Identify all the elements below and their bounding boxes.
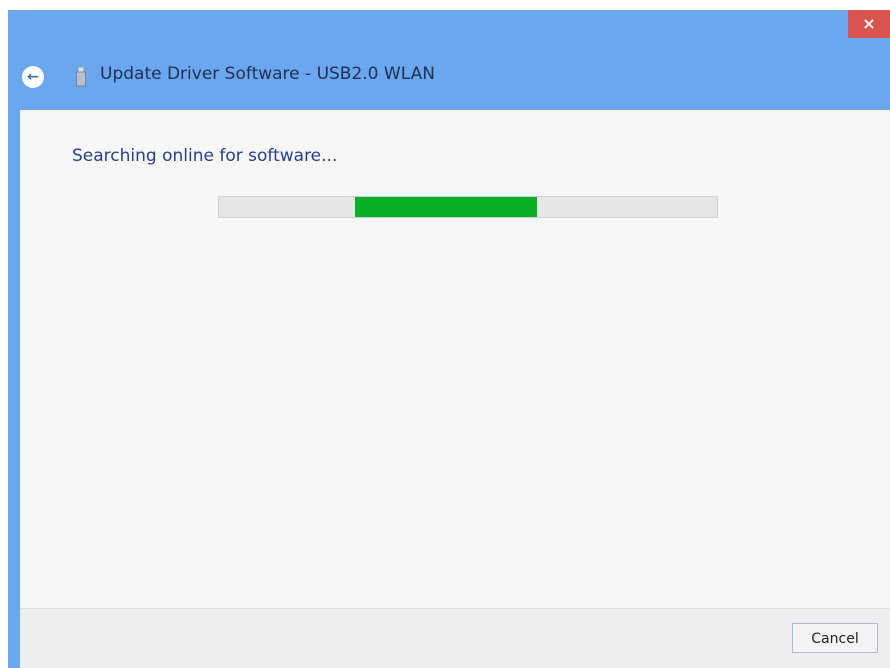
dialog-footer: Cancel bbox=[20, 608, 890, 668]
close-button[interactable]: × bbox=[848, 10, 890, 38]
close-icon: × bbox=[862, 14, 876, 33]
progress-marquee-chunk bbox=[355, 197, 537, 217]
cancel-button[interactable]: Cancel bbox=[792, 623, 878, 653]
back-arrow-icon: ← bbox=[27, 69, 39, 85]
update-driver-window: × ← Update Driver Software - USB2.0 WLAN… bbox=[8, 10, 890, 668]
main-content: Searching online for software... bbox=[20, 110, 890, 608]
back-button[interactable]: ← bbox=[22, 66, 44, 88]
status-heading: Searching online for software... bbox=[72, 146, 338, 166]
usb-device-icon bbox=[76, 66, 86, 88]
title-bar: ← Update Driver Software - USB2.0 WLAN bbox=[8, 46, 890, 110]
window-title: Update Driver Software - USB2.0 WLAN bbox=[100, 64, 435, 84]
progress-bar bbox=[218, 196, 718, 218]
